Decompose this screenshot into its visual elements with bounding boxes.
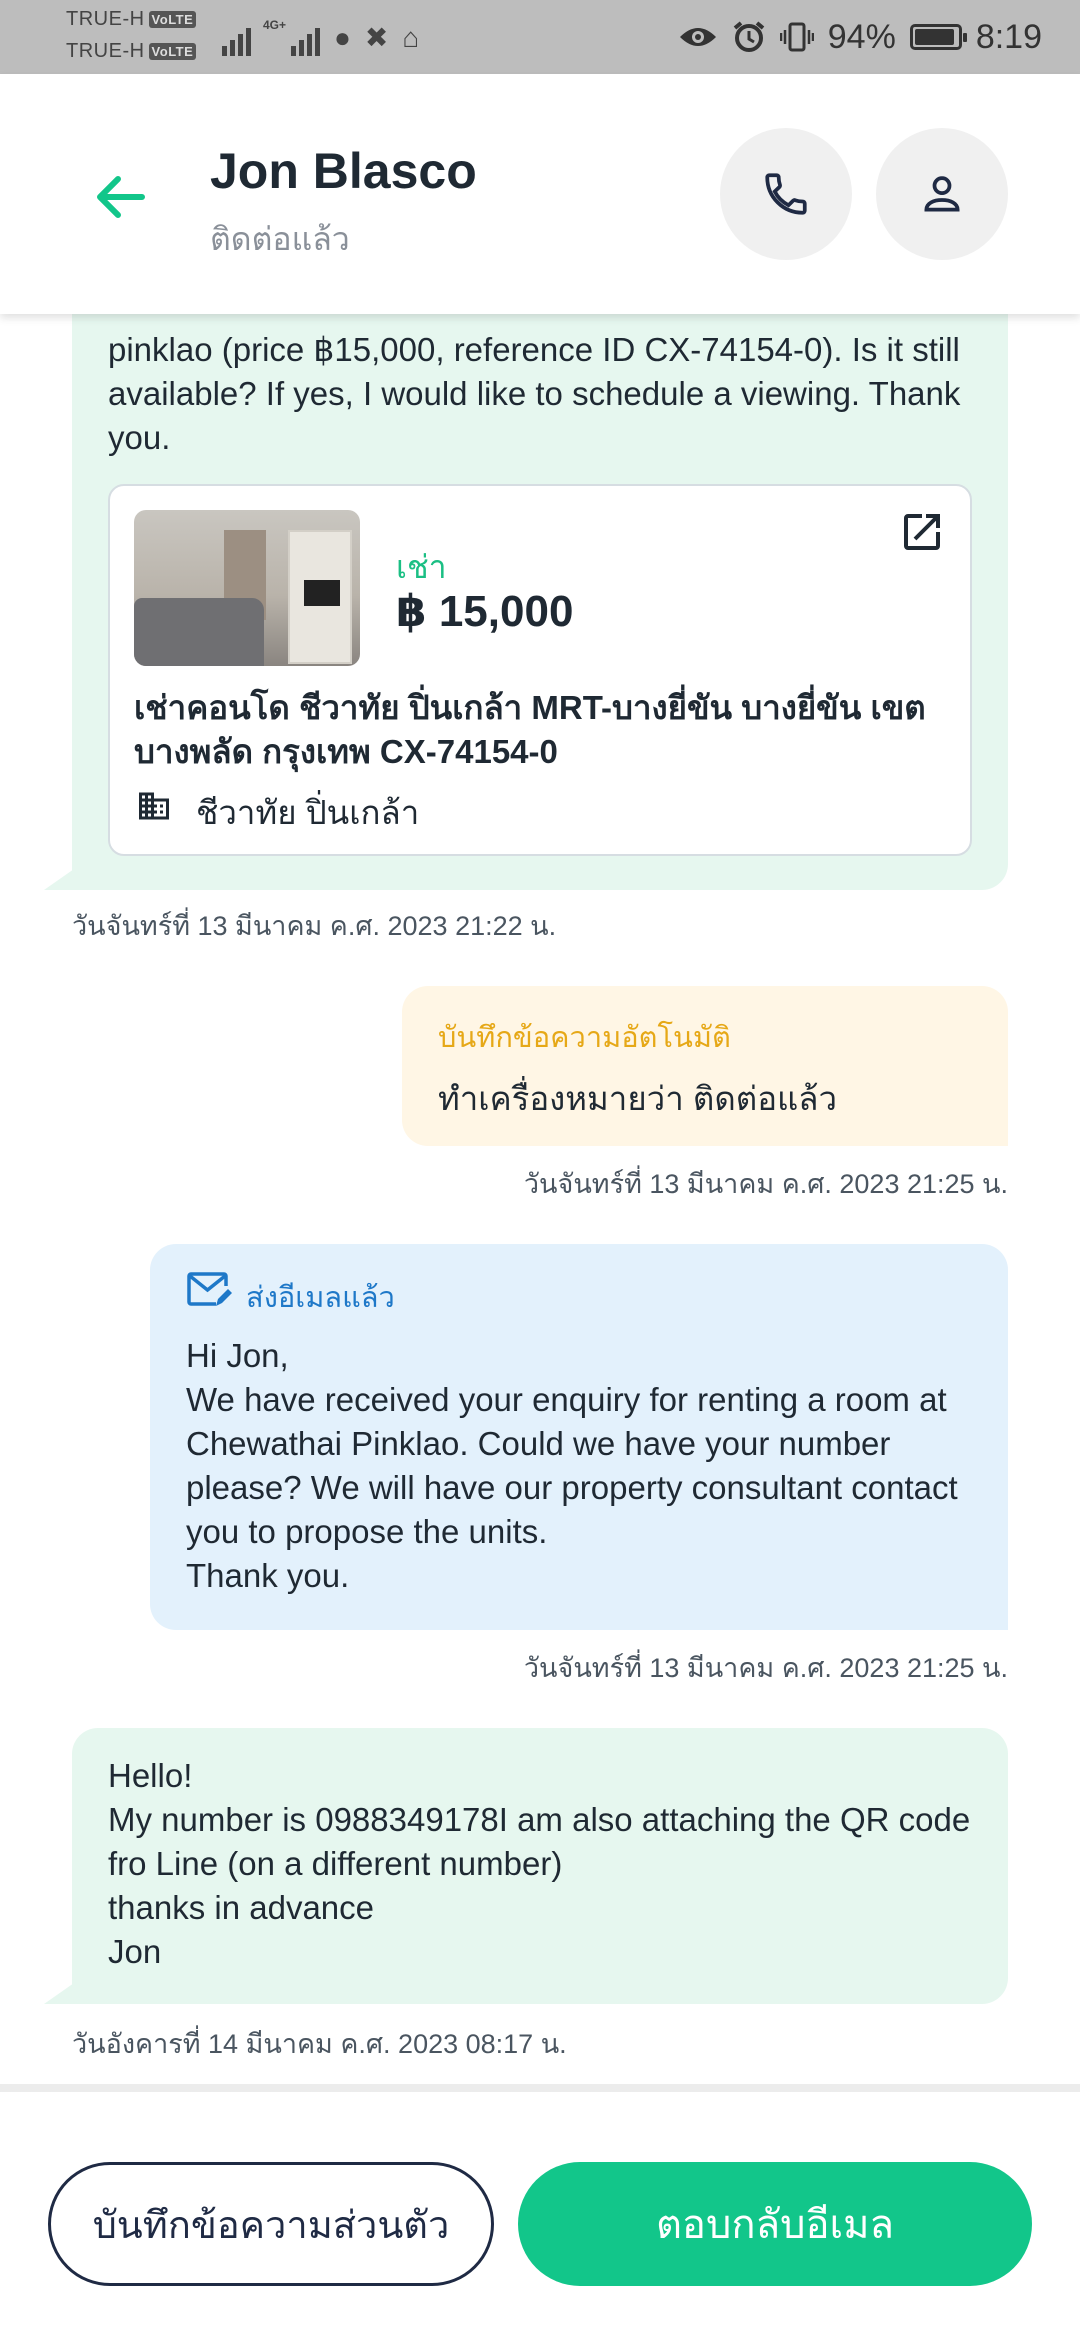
carrier-1-label: TRUE-H (66, 8, 145, 30)
chat-header: Jon Blasco ติดต่อแล้ว (0, 74, 1080, 314)
battery-percent: 94% (827, 17, 896, 56)
contact-name: Jon Blasco (210, 143, 477, 199)
status-icons-left: 4G+ ● ✖ ⌂ (222, 16, 419, 56)
message-auto-note: บันทึกข้อความอัตโนมัติ ทำเครื่องหมายว่า … (402, 986, 1008, 1146)
message-email-sent: ส่งอีเมลแล้ว Hi Jon, We have received yo… (150, 1244, 1008, 1630)
call-button[interactable] (720, 128, 852, 260)
message-timestamp: วันจันทร์ที่ 13 มีนาคม ค.ศ. 2023 21:22 น… (72, 911, 557, 941)
message-timestamp: วันอังคารที่ 14 มีนาคม ค.ศ. 2023 08:17 น… (72, 2029, 567, 2059)
listing-card[interactable]: เช่า ฿ 15,000 เช่าคอนโด ชีวาทัย ปิ่นเกล้… (108, 484, 972, 856)
open-external-icon[interactable] (898, 508, 946, 556)
listing-price: ฿ 15,000 (396, 587, 574, 636)
signal-4g-icon: 4G+ (263, 18, 320, 56)
message-text: pinklao (price ฿15,000, reference ID CX-… (108, 331, 961, 456)
message-timestamp: วันจันทร์ที่ 13 มีนาคม ค.ศ. 2023 21:25 น… (523, 1169, 1008, 1199)
alarm-icon (733, 21, 765, 52)
listing-building-name: ชีวาทัย ปิ่นเกล้า (196, 794, 420, 831)
message-incoming-enquiry: pinklao (price ฿15,000, reference ID CX-… (44, 314, 1008, 890)
message-timestamp: วันจันทร์ที่ 13 มีนาคม ค.ศ. 2023 21:25 น… (523, 1653, 1008, 1683)
contact-status: ติดต่อแล้ว (210, 221, 350, 257)
gmail-icon: ✖ (364, 22, 389, 53)
private-note-button[interactable]: บันทึกข้อความส่วนตัว (48, 2162, 494, 2286)
reply-email-button[interactable]: ตอบกลับอีเมล (518, 2162, 1032, 2286)
listing-title: เช่าคอนโด ชีวาทัย ปิ่นเกล้า MRT-บางยี่ขั… (134, 689, 926, 770)
signal-icon (222, 24, 251, 56)
email-sent-icon (187, 1272, 232, 1306)
message-text: Hi Jon, We have received your enquiry fo… (186, 1337, 958, 1594)
carrier-2-label: TRUE-H (66, 40, 145, 62)
vibrate-icon (779, 22, 814, 52)
status-time: 8:19 (975, 17, 1042, 56)
building-icon (139, 792, 169, 820)
action-footer: บันทึกข้อความส่วนตัว ตอบกลับอีเมล (0, 2084, 1080, 2340)
listing-photo (134, 510, 360, 666)
message-text: Hello! My number is 0988349178I am also … (108, 1757, 971, 1970)
phone-icon (765, 173, 807, 215)
line-icon: ● (334, 22, 351, 53)
battery-fill (914, 29, 955, 45)
network-badge: 4G+ (263, 18, 287, 32)
status-icons-right: 94% 8:19 (678, 10, 1042, 64)
volte-badge-1: VoLTE (148, 11, 197, 29)
status-bar: TRUE-H VoLTE TRUE-H VoLTE 4G+ ● ✖ ⌂ 94% 8:… (0, 0, 1080, 74)
back-arrow-icon[interactable] (92, 169, 148, 225)
carrier-1: TRUE-H VoLTE (66, 8, 197, 31)
volte-badge-2: VoLTE (148, 43, 197, 61)
person-icon (924, 176, 960, 212)
carrier-2: TRUE-H VoLTE (66, 40, 197, 63)
message-text: ทำเครื่องหมายว่า ติดต่อแล้ว (438, 1080, 838, 1117)
contact-profile-button[interactable] (876, 128, 1008, 260)
message-incoming-reply: Hello! My number is 0988349178I am also … (44, 1728, 1008, 2004)
auto-note-label: บันทึกข้อความอัตโนมัติ (438, 1022, 731, 1054)
battery-icon (909, 24, 967, 50)
chat-thread[interactable]: pinklao (price ฿15,000, reference ID CX-… (0, 314, 1080, 2084)
email-sent-label: ส่งอีเมลแล้ว (246, 1282, 395, 1314)
eye-icon (679, 28, 716, 46)
hotspot-icon: ⌂ (402, 22, 420, 53)
